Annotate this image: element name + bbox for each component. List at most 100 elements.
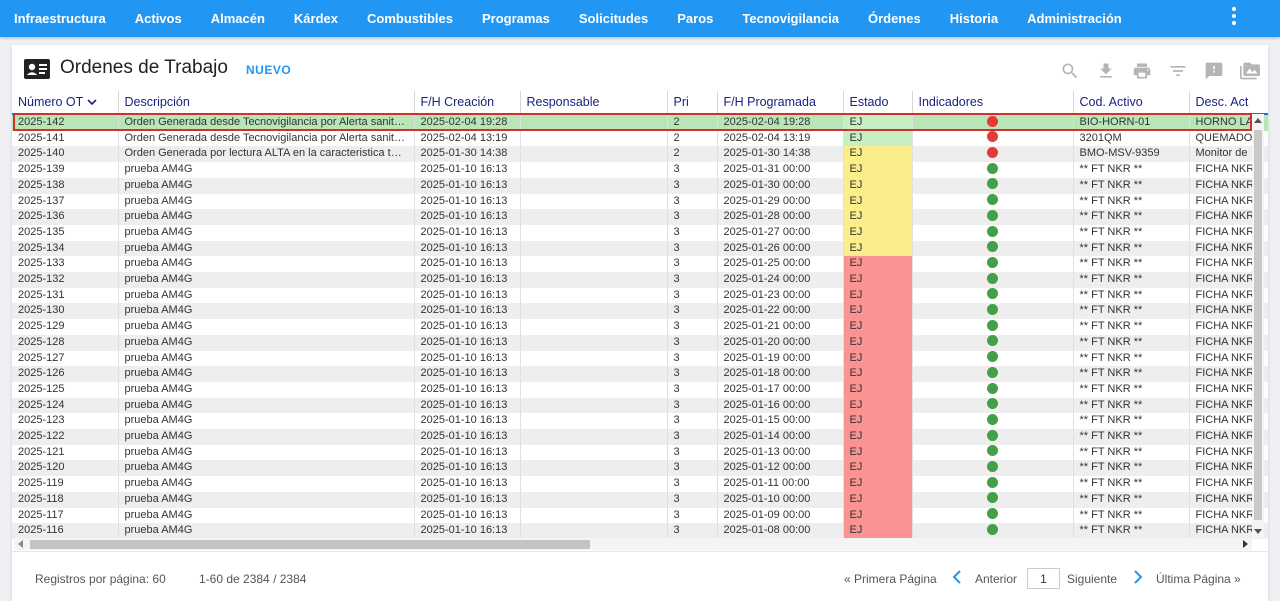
table-row[interactable]: 2025-133 prueba AM4G 2025-01-10 16:13 3 2025… bbox=[12, 256, 1268, 273]
cell-priority: 3 bbox=[667, 491, 718, 508]
cell-priority: 3 bbox=[667, 256, 718, 273]
column-header[interactable]: Responsable bbox=[520, 91, 668, 115]
nav-item-infraestructura[interactable]: Infraestructura bbox=[0, 0, 120, 37]
cell-description: prueba AM4G bbox=[118, 209, 415, 225]
table-row[interactable]: 2025-117 prueba AM4G 2025-01-10 16:13 3 2025… bbox=[12, 507, 1268, 524]
column-header[interactable]: Desc. Act bbox=[1189, 91, 1268, 115]
nav-item-almacen[interactable]: Almacén bbox=[196, 0, 279, 37]
column-header[interactable]: F/H Creación bbox=[414, 91, 521, 115]
chevron-right-icon[interactable] bbox=[1133, 570, 1143, 584]
cell-indicator bbox=[912, 397, 1074, 414]
nav-item-solicitudes[interactable]: Solicitudes bbox=[564, 0, 662, 37]
scroll-up-icon[interactable] bbox=[1254, 118, 1262, 123]
table-row[interactable]: 2025-122 prueba AM4G 2025-01-10 16:13 3 2025… bbox=[12, 429, 1268, 445]
table-row[interactable]: 2025-120 prueba AM4G 2025-01-10 16:13 3 2025… bbox=[12, 460, 1268, 477]
column-header[interactable]: Indicadores bbox=[912, 91, 1074, 115]
column-header[interactable]: Número OT bbox=[12, 91, 119, 115]
column-header[interactable]: Estado bbox=[843, 91, 913, 115]
print-icon[interactable] bbox=[1124, 59, 1160, 83]
cell-scheduled-datetime: 2025-01-27 00:00 bbox=[717, 224, 844, 241]
work-orders-table: Número OT Descripción F/H Creación Responsa… bbox=[12, 91, 1268, 551]
filter-icon[interactable] bbox=[1160, 59, 1196, 83]
column-header[interactable]: Pri bbox=[667, 91, 718, 115]
nav-item-tecnovigilancia[interactable]: Tecnovigilancia bbox=[728, 0, 854, 37]
scroll-thumb-horizontal[interactable] bbox=[30, 540, 590, 549]
table-row[interactable]: 2025-134 prueba AM4G 2025-01-10 16:13 3 2025… bbox=[12, 240, 1268, 257]
table-row[interactable]: 2025-138 prueba AM4G 2025-01-10 16:13 3 2025… bbox=[12, 177, 1268, 194]
table-row[interactable]: 2025-142 Orden Generada desde Tecnovigila… bbox=[12, 114, 1268, 131]
table-row[interactable]: 2025-139 prueba AM4G 2025-01-10 16:13 3 2025… bbox=[12, 162, 1268, 178]
nav-item-paros[interactable]: Paros bbox=[663, 0, 728, 37]
cell-description: prueba AM4G bbox=[118, 162, 415, 178]
table-row[interactable]: 2025-132 prueba AM4G 2025-01-10 16:13 3 2025… bbox=[12, 272, 1268, 288]
chevron-left-icon[interactable] bbox=[952, 570, 962, 584]
cell-scheduled-datetime: 2025-01-30 14:38 bbox=[717, 146, 844, 163]
status-dot-icon bbox=[987, 523, 998, 535]
table-row[interactable]: 2025-137 prueba AM4G 2025-01-10 16:13 3 2025… bbox=[12, 193, 1268, 210]
last-page-link[interactable]: Última Página » bbox=[1156, 572, 1241, 586]
sort-desc-icon[interactable] bbox=[87, 98, 97, 106]
cell-responsible bbox=[520, 287, 668, 304]
column-header[interactable]: F/H Programada bbox=[717, 91, 844, 115]
table-row[interactable]: 2025-124 prueba AM4G 2025-01-10 16:13 3 2025… bbox=[12, 397, 1268, 414]
next-page-link[interactable]: Siguiente bbox=[1067, 572, 1117, 586]
cell-status: EJ bbox=[843, 319, 913, 335]
cell-description: prueba AM4G bbox=[118, 224, 415, 241]
cell-priority: 3 bbox=[667, 460, 718, 477]
table-row[interactable]: 2025-136 prueba AM4G 2025-01-10 16:13 3 2025… bbox=[12, 209, 1268, 225]
cell-scheduled-datetime: 2025-01-19 00:00 bbox=[717, 350, 844, 367]
search-icon[interactable] bbox=[1052, 59, 1088, 83]
table-row[interactable]: 2025-116 prueba AM4G 2025-01-10 16:13 3 2025… bbox=[12, 523, 1268, 539]
table-row[interactable]: 2025-131 prueba AM4G 2025-01-10 16:13 3 2025… bbox=[12, 287, 1268, 304]
table-row[interactable]: 2025-129 prueba AM4G 2025-01-10 16:13 3 2025… bbox=[12, 319, 1268, 335]
feedback-icon[interactable] bbox=[1196, 59, 1232, 83]
table-row[interactable]: 2025-130 prueba AM4G 2025-01-10 16:13 3 2025… bbox=[12, 303, 1268, 320]
cell-order-number: 2025-124 bbox=[12, 397, 119, 414]
cell-responsible bbox=[520, 350, 668, 367]
nav-item-programas[interactable]: Programas bbox=[467, 0, 564, 37]
previous-page-link[interactable]: Anterior bbox=[975, 572, 1017, 586]
table-row[interactable]: 2025-118 prueba AM4G 2025-01-10 16:13 3 2025… bbox=[12, 491, 1268, 508]
page-number-input[interactable] bbox=[1027, 568, 1060, 589]
cell-priority: 3 bbox=[667, 272, 718, 288]
cell-status: EJ bbox=[843, 429, 913, 445]
new-order-button[interactable]: NUEVO bbox=[246, 63, 291, 77]
cell-description: Orden Generada desde Tecnovigilancia por… bbox=[118, 114, 415, 131]
nav-item-historia[interactable]: Historia bbox=[935, 0, 1012, 37]
cell-indicator bbox=[912, 240, 1074, 257]
table-row[interactable]: 2025-141 Orden Generada desde Tecnovigila… bbox=[12, 130, 1268, 147]
table-row[interactable]: 2025-125 prueba AM4G 2025-01-10 16:13 3 2025… bbox=[12, 381, 1268, 398]
horizontal-scrollbar[interactable] bbox=[14, 538, 1252, 550]
table-row[interactable]: 2025-140 Orden Generada por lectura ALTA … bbox=[12, 146, 1268, 163]
cell-priority: 3 bbox=[667, 366, 718, 382]
table-row[interactable]: 2025-123 prueba AM4G 2025-01-10 16:13 3 2025… bbox=[12, 413, 1268, 430]
cell-scheduled-datetime: 2025-02-04 19:28 bbox=[717, 114, 844, 131]
table-row[interactable]: 2025-121 prueba AM4G 2025-01-10 16:13 3 2025… bbox=[12, 444, 1268, 461]
table-row[interactable]: 2025-126 prueba AM4G 2025-01-10 16:13 3 2025… bbox=[12, 366, 1268, 382]
nav-item-ordenes[interactable]: Órdenes bbox=[853, 0, 935, 37]
nav-item-kardex[interactable]: Kárdex bbox=[279, 0, 352, 37]
cell-order-number: 2025-137 bbox=[12, 193, 119, 210]
nav-item-activos[interactable]: Activos bbox=[120, 0, 196, 37]
table-row[interactable]: 2025-128 prueba AM4G 2025-01-10 16:13 3 2025… bbox=[12, 334, 1268, 351]
vertical-scrollbar[interactable] bbox=[1252, 114, 1264, 538]
first-page-link[interactable]: « Primera Página bbox=[844, 572, 937, 586]
scroll-left-icon[interactable] bbox=[18, 540, 23, 548]
column-header[interactable]: Descripción bbox=[118, 91, 415, 115]
download-icon[interactable] bbox=[1088, 59, 1124, 83]
nav-item-combustibles[interactable]: Combustibles bbox=[353, 0, 468, 37]
nav-item-administracion[interactable]: Administración bbox=[1013, 0, 1137, 37]
cell-status: EJ bbox=[843, 334, 913, 351]
column-header-label: F/H Creación bbox=[420, 95, 495, 109]
scroll-down-icon[interactable] bbox=[1254, 529, 1262, 534]
table-row[interactable]: 2025-127 prueba AM4G 2025-01-10 16:13 3 2025… bbox=[12, 350, 1268, 367]
cell-status: EJ bbox=[843, 130, 913, 147]
table-row[interactable]: 2025-119 prueba AM4G 2025-01-10 16:13 3 2025… bbox=[12, 476, 1268, 492]
scroll-thumb[interactable] bbox=[1254, 130, 1262, 520]
column-header[interactable]: Cod. Activo bbox=[1073, 91, 1190, 115]
table-row[interactable]: 2025-135 prueba AM4G 2025-01-10 16:13 3 2025… bbox=[12, 224, 1268, 241]
records-per-page[interactable]: Registros por página: 60 bbox=[35, 572, 166, 586]
gallery-icon[interactable] bbox=[1232, 59, 1268, 83]
scroll-right-icon[interactable] bbox=[1243, 540, 1248, 548]
more-vert-icon[interactable] bbox=[1226, 6, 1242, 26]
